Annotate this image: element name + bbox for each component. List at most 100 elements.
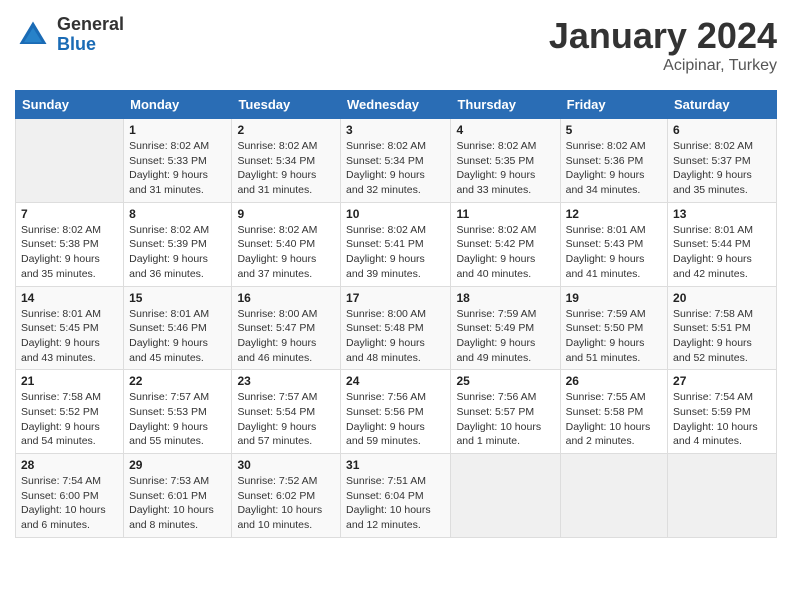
day-number: 12: [566, 207, 662, 221]
calendar-week-1: 1 Sunrise: 8:02 AMSunset: 5:33 PMDaylight…: [16, 119, 777, 203]
logo: General Blue: [15, 15, 124, 55]
day-info: Sunrise: 8:02 AMSunset: 5:34 PMDaylight:…: [346, 139, 445, 198]
day-info: Sunrise: 8:02 AMSunset: 5:35 PMDaylight:…: [456, 139, 554, 198]
day-number: 30: [237, 458, 335, 472]
calendar-cell: [16, 119, 124, 203]
day-number: 24: [346, 374, 445, 388]
calendar-cell: 7Sunrise: 8:02 AMSunset: 5:38 PMDaylight…: [16, 202, 124, 286]
day-number: 31: [346, 458, 445, 472]
calendar-week-5: 28 Sunrise: 7:54 AMSunset: 6:00 PMDayligh…: [16, 454, 777, 538]
calendar-header: SundayMondayTuesdayWednesdayThursdayFrid…: [16, 91, 777, 119]
day-info: Sunrise: 8:00 AMSunset: 5:47 PMDaylight:…: [237, 307, 335, 366]
day-number: 23: [237, 374, 335, 388]
day-number: 4: [456, 123, 554, 137]
day-number: 26: [566, 374, 662, 388]
day-info: Sunrise: 7:51 AMSunset: 6:04 PMDaylight:…: [346, 474, 445, 533]
calendar-cell: 4 Sunrise: 8:02 AMSunset: 5:35 PMDaylight…: [451, 119, 560, 203]
day-info: Sunrise: 7:55 AMSunset: 5:58 PMDaylight:…: [566, 390, 662, 449]
day-number: 27: [673, 374, 771, 388]
weekday-header-sunday: Sunday: [16, 91, 124, 119]
calendar-cell: [668, 454, 777, 538]
day-number: 17: [346, 291, 445, 305]
day-info: Sunrise: 7:53 AMSunset: 6:01 PMDaylight:…: [129, 474, 226, 533]
calendar-week-2: 7Sunrise: 8:02 AMSunset: 5:38 PMDaylight…: [16, 202, 777, 286]
day-info: Sunrise: 7:59 AMSunset: 5:49 PMDaylight:…: [456, 307, 554, 366]
day-info: Sunrise: 8:02 AMSunset: 5:33 PMDaylight:…: [129, 139, 226, 198]
logo-blue: Blue: [57, 35, 124, 55]
day-number: 1: [129, 123, 226, 137]
day-info: Sunrise: 7:56 AMSunset: 5:56 PMDaylight:…: [346, 390, 445, 449]
calendar-cell: 15 Sunrise: 8:01 AMSunset: 5:46 PMDayligh…: [124, 286, 232, 370]
calendar-cell: 24 Sunrise: 7:56 AMSunset: 5:56 PMDayligh…: [341, 370, 451, 454]
day-number: 2: [237, 123, 335, 137]
day-info: Sunrise: 8:02 AMSunset: 5:36 PMDaylight:…: [566, 139, 662, 198]
calendar-cell: 26 Sunrise: 7:55 AMSunset: 5:58 PMDayligh…: [560, 370, 667, 454]
day-info: Sunrise: 7:57 AMSunset: 5:54 PMDaylight:…: [237, 390, 335, 449]
day-info: Sunrise: 8:02 AMSunset: 5:37 PMDaylight:…: [673, 139, 771, 198]
day-info: Sunrise: 7:54 AMSunset: 6:00 PMDaylight:…: [21, 474, 118, 533]
day-number: 28: [21, 458, 118, 472]
day-info: Sunrise: 8:02 AMSunset: 5:39 PMDaylight:…: [129, 223, 226, 282]
calendar-cell: [451, 454, 560, 538]
day-number: 29: [129, 458, 226, 472]
day-info: Sunrise: 7:58 AMSunset: 5:52 PMDaylight:…: [21, 390, 118, 449]
weekday-header-monday: Monday: [124, 91, 232, 119]
day-info: Sunrise: 8:01 AMSunset: 5:43 PMDaylight:…: [566, 223, 662, 282]
calendar-cell: 2Sunrise: 8:02 AMSunset: 5:34 PMDaylight…: [232, 119, 341, 203]
weekday-header-saturday: Saturday: [668, 91, 777, 119]
calendar-cell: 1 Sunrise: 8:02 AMSunset: 5:33 PMDaylight…: [124, 119, 232, 203]
day-number: 11: [456, 207, 554, 221]
calendar-cell: 25 Sunrise: 7:56 AMSunset: 5:57 PMDayligh…: [451, 370, 560, 454]
calendar-cell: 12 Sunrise: 8:01 AMSunset: 5:43 PMDayligh…: [560, 202, 667, 286]
calendar-cell: 10Sunrise: 8:02 AMSunset: 5:41 PMDayligh…: [341, 202, 451, 286]
day-info: Sunrise: 7:54 AMSunset: 5:59 PMDaylight:…: [673, 390, 771, 449]
day-info: Sunrise: 7:57 AMSunset: 5:53 PMDaylight:…: [129, 390, 226, 449]
weekday-header-thursday: Thursday: [451, 91, 560, 119]
calendar-cell: [560, 454, 667, 538]
calendar-week-4: 21 Sunrise: 7:58 AMSunset: 5:52 PMDayligh…: [16, 370, 777, 454]
calendar-cell: 3Sunrise: 8:02 AMSunset: 5:34 PMDaylight…: [341, 119, 451, 203]
calendar-cell: 14 Sunrise: 8:01 AMSunset: 5:45 PMDayligh…: [16, 286, 124, 370]
calendar-cell: 21 Sunrise: 7:58 AMSunset: 5:52 PMDayligh…: [16, 370, 124, 454]
day-info: Sunrise: 8:01 AMSunset: 5:46 PMDaylight:…: [129, 307, 226, 366]
calendar-cell: 23 Sunrise: 7:57 AMSunset: 5:54 PMDayligh…: [232, 370, 341, 454]
day-info: Sunrise: 7:59 AMSunset: 5:50 PMDaylight:…: [566, 307, 662, 366]
calendar-cell: 29 Sunrise: 7:53 AMSunset: 6:01 PMDayligh…: [124, 454, 232, 538]
logo-text: General Blue: [57, 15, 124, 55]
weekday-header-wednesday: Wednesday: [341, 91, 451, 119]
calendar-cell: 11 Sunrise: 8:02 AMSunset: 5:42 PMDayligh…: [451, 202, 560, 286]
weekday-header-tuesday: Tuesday: [232, 91, 341, 119]
calendar-cell: 28 Sunrise: 7:54 AMSunset: 6:00 PMDayligh…: [16, 454, 124, 538]
calendar-cell: 30 Sunrise: 7:52 AMSunset: 6:02 PMDayligh…: [232, 454, 341, 538]
day-info: Sunrise: 8:02 AMSunset: 5:42 PMDaylight:…: [456, 223, 554, 282]
day-info: Sunrise: 7:56 AMSunset: 5:57 PMDaylight:…: [456, 390, 554, 449]
calendar-cell: 19Sunrise: 7:59 AMSunset: 5:50 PMDayligh…: [560, 286, 667, 370]
weekday-row: SundayMondayTuesdayWednesdayThursdayFrid…: [16, 91, 777, 119]
day-number: 20: [673, 291, 771, 305]
calendar-body: 1 Sunrise: 8:02 AMSunset: 5:33 PMDaylight…: [16, 119, 777, 538]
day-info: Sunrise: 8:02 AMSunset: 5:41 PMDaylight:…: [346, 223, 445, 282]
calendar-cell: 31 Sunrise: 7:51 AMSunset: 6:04 PMDayligh…: [341, 454, 451, 538]
day-number: 8: [129, 207, 226, 221]
calendar-table: SundayMondayTuesdayWednesdayThursdayFrid…: [15, 90, 777, 538]
day-info: Sunrise: 7:52 AMSunset: 6:02 PMDaylight:…: [237, 474, 335, 533]
calendar-cell: 13Sunrise: 8:01 AMSunset: 5:44 PMDayligh…: [668, 202, 777, 286]
day-number: 14: [21, 291, 118, 305]
calendar-cell: 17Sunrise: 8:00 AMSunset: 5:48 PMDayligh…: [341, 286, 451, 370]
day-number: 21: [21, 374, 118, 388]
day-number: 22: [129, 374, 226, 388]
day-info: Sunrise: 8:01 AMSunset: 5:45 PMDaylight:…: [21, 307, 118, 366]
title-block: January 2024 Acipinar, Turkey: [549, 15, 777, 75]
calendar-cell: 5 Sunrise: 8:02 AMSunset: 5:36 PMDaylight…: [560, 119, 667, 203]
calendar-cell: 6Sunrise: 8:02 AMSunset: 5:37 PMDaylight…: [668, 119, 777, 203]
day-number: 15: [129, 291, 226, 305]
calendar-cell: 9Sunrise: 8:02 AMSunset: 5:40 PMDaylight…: [232, 202, 341, 286]
calendar-cell: 22 Sunrise: 7:57 AMSunset: 5:53 PMDayligh…: [124, 370, 232, 454]
day-number: 25: [456, 374, 554, 388]
day-number: 5: [566, 123, 662, 137]
logo-general: General: [57, 15, 124, 35]
day-number: 13: [673, 207, 771, 221]
calendar-cell: 20Sunrise: 7:58 AMSunset: 5:51 PMDayligh…: [668, 286, 777, 370]
calendar-week-3: 14 Sunrise: 8:01 AMSunset: 5:45 PMDayligh…: [16, 286, 777, 370]
page-header: General Blue January 2024 Acipinar, Turk…: [15, 15, 777, 75]
